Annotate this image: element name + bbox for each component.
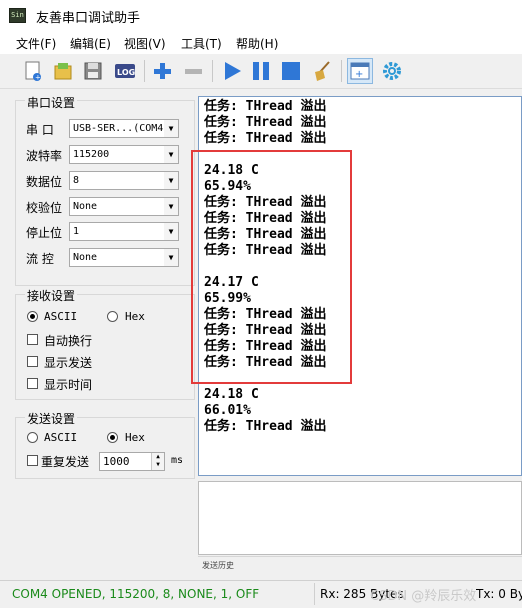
- menu-file[interactable]: 文件(F): [16, 35, 56, 52]
- receive-line: 任务: THread 溢出: [204, 115, 327, 130]
- receive-line: 任务: THread 溢出: [204, 99, 327, 114]
- flow-control-select[interactable]: None ▼: [69, 248, 179, 267]
- send-history-label: 发送历史: [202, 561, 234, 570]
- parity-select[interactable]: None ▼: [69, 197, 179, 216]
- menu-help[interactable]: 帮助(H): [236, 35, 278, 52]
- chevron-down-icon: ▼: [164, 223, 178, 240]
- receive-hex-label: Hex: [125, 310, 145, 323]
- svg-text:+: +: [35, 74, 41, 82]
- minus-icon[interactable]: [180, 58, 206, 84]
- data-bits-select[interactable]: 8 ▼: [69, 171, 179, 190]
- settings-gear-icon[interactable]: [379, 58, 405, 84]
- connection-status: COM4 OPENED, 115200, 8, NONE, 1, OFF: [12, 587, 260, 601]
- receive-ascii-label: ASCII: [44, 310, 78, 323]
- open-folder-icon[interactable]: [50, 58, 76, 84]
- receive-line: 66.01%: [204, 403, 251, 418]
- auto-wrap-label: 自动换行: [44, 334, 93, 348]
- log-icon[interactable]: LOG: [112, 58, 138, 84]
- show-send-label: 显示发送: [44, 356, 93, 370]
- send-ascii-radio[interactable]: [27, 432, 38, 443]
- play-icon[interactable]: [219, 58, 245, 84]
- save-icon[interactable]: [80, 58, 106, 84]
- data-bits-label: 数据位: [26, 175, 63, 189]
- receive-hex-radio[interactable]: [107, 311, 118, 322]
- send-history-bar: 发送历史: [198, 556, 522, 577]
- svg-text:LOG: LOG: [117, 68, 135, 77]
- broom-icon[interactable]: [309, 58, 335, 84]
- interval-unit: ms: [171, 455, 184, 466]
- stop-bits-label: 停止位: [26, 226, 63, 240]
- show-time-label: 显示时间: [44, 378, 93, 392]
- receive-settings-group: [15, 294, 195, 400]
- stop-bits-select[interactable]: 1 ▼: [69, 222, 179, 241]
- port-label: 串 口: [26, 123, 54, 137]
- menu-bar: 文件(F) 编辑(E) 视图(V) 工具(T) 帮助(H): [0, 30, 522, 54]
- send-text-area[interactable]: [198, 481, 522, 555]
- repeat-interval-input[interactable]: 1000 ▲ ▼: [99, 452, 165, 471]
- repeat-send-label: 重复发送: [41, 455, 90, 469]
- window-title: 友善串口调试助手: [36, 11, 141, 26]
- chevron-down-icon: ▼: [164, 172, 178, 189]
- parity-label: 校验位: [26, 201, 63, 215]
- pause-icon[interactable]: [248, 58, 274, 84]
- spin-arrows-icon[interactable]: ▲ ▼: [151, 453, 164, 470]
- add-window-icon[interactable]: +: [347, 58, 373, 84]
- send-ascii-label: ASCII: [44, 431, 78, 444]
- send-hex-label: Hex: [125, 431, 145, 444]
- receive-line: 24.18 C: [204, 387, 259, 402]
- receive-ascii-radio[interactable]: [27, 311, 38, 322]
- send-hex-radio[interactable]: [107, 432, 118, 443]
- flow-control-label: 流 控: [26, 252, 54, 266]
- plus-icon[interactable]: [149, 58, 175, 84]
- svg-text:+: +: [355, 69, 363, 80]
- show-send-checkbox[interactable]: [27, 356, 38, 367]
- receive-settings-title: 接收设置: [25, 287, 78, 304]
- receive-line: 任务: THread 溢出: [204, 419, 327, 434]
- port-select[interactable]: USB-SER...(COM4 ▼: [69, 119, 179, 138]
- serial-settings-title: 串口设置: [25, 94, 78, 111]
- show-time-checkbox[interactable]: [27, 378, 38, 389]
- settings-panel: 串口设置 串 口 USB-SER...(COM4 ▼ 波特率 115200 ▼ 数据…: [15, 88, 197, 578]
- app-icon: Sin: [9, 8, 26, 23]
- menu-edit[interactable]: 编辑(E): [70, 35, 111, 52]
- toolbar: + LOG +: [0, 54, 522, 89]
- chevron-down-icon: ▼: [164, 249, 178, 266]
- menu-view[interactable]: 视图(V): [124, 35, 166, 52]
- highlight-annotation-box: [191, 150, 352, 384]
- tx-count: Tx: 0 Bytes: [476, 587, 522, 601]
- receive-line: 任务: THread 溢出: [204, 131, 327, 146]
- repeat-send-checkbox[interactable]: [27, 455, 38, 466]
- chevron-down-icon: ▼: [164, 198, 178, 215]
- watermark: CSDN @羚辰乐效: [370, 589, 477, 604]
- baud-rate-select[interactable]: 115200 ▼: [69, 145, 179, 164]
- send-settings-title: 发送设置: [25, 410, 78, 427]
- menu-tools[interactable]: 工具(T): [181, 35, 222, 52]
- chevron-down-icon: ▼: [164, 146, 178, 163]
- auto-wrap-checkbox[interactable]: [27, 334, 38, 345]
- new-file-icon[interactable]: +: [20, 58, 46, 84]
- title-bar: Sin 友善串口调试助手: [0, 0, 522, 30]
- chevron-down-icon: ▼: [164, 120, 178, 137]
- stop-icon[interactable]: [278, 58, 304, 84]
- baud-rate-label: 波特率: [26, 149, 63, 163]
